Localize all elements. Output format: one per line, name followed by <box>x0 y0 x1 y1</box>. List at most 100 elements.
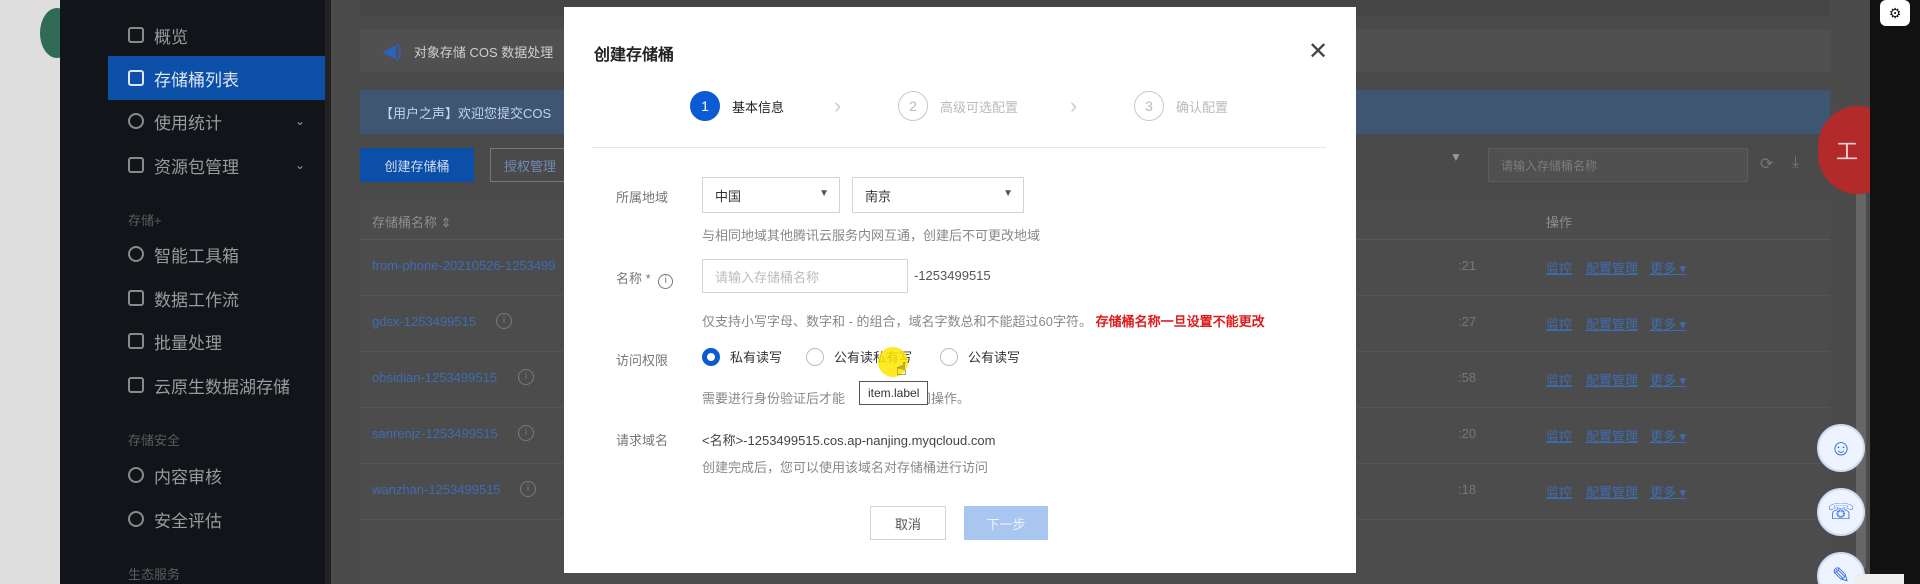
speaker-icon: ◀) <box>382 40 402 61</box>
caret-down-icon: ▼ <box>1003 188 1013 199</box>
country-value: 中国 <box>715 188 742 204</box>
bucket-name-input[interactable]: 请输入存储桶名称 <box>702 259 908 293</box>
monitor-link[interactable]: 监控 <box>1546 426 1572 445</box>
cancel-button[interactable]: 取消 <box>870 506 946 540</box>
monitor-link[interactable]: 监控 <box>1546 314 1572 333</box>
grid-icon <box>128 27 144 43</box>
radio-dot[interactable] <box>806 347 824 366</box>
region-hint: 与相同地域其他腾讯云服务内网互通，创建后不可更改地域 <box>702 228 1041 243</box>
radio-public-read-write[interactable]: 公有读写 <box>940 347 1020 366</box>
sidebar-item-package[interactable]: 资源包管理 ⌄ <box>108 143 325 187</box>
user-voice-text: 【用户之声】欢迎您提交COS <box>380 105 552 121</box>
sidebar-item-label: 存储桶列表 <box>154 70 239 90</box>
sidebar-item-label: 智能工具箱 <box>154 246 239 266</box>
batch-icon <box>128 333 144 349</box>
more-link[interactable]: 更多 ▾ <box>1650 314 1686 333</box>
domain-value: <名称>-1253499515.cos.ap-nanjing.myqcloud.… <box>702 433 996 448</box>
bucket-name-link[interactable]: sanrenjz-1253499515 <box>372 426 498 441</box>
step-number: 2 <box>898 91 928 121</box>
sidebar-item-content-audit[interactable]: 内容审核 <box>108 453 325 497</box>
step-2: 2 高级可选配置 <box>898 91 1018 121</box>
info-icon[interactable]: i <box>520 481 536 497</box>
sidebar-item-label: 安全评估 <box>154 511 222 531</box>
more-link[interactable]: 更多 ▾ <box>1650 426 1686 445</box>
headset-icon[interactable]: ☏ <box>1817 488 1865 536</box>
chevron-down-icon[interactable]: ▼ <box>1450 150 1462 164</box>
row-tail-text: :18 <box>1458 482 1477 497</box>
bucket-name-link[interactable]: from-phone-20210526-1253499 <box>372 258 556 273</box>
audit-icon <box>128 467 144 483</box>
more-link[interactable]: 更多 ▾ <box>1650 370 1686 389</box>
sidebar-item-toolbox[interactable]: 智能工具箱 <box>108 232 325 276</box>
config-link[interactable]: 配置管理 <box>1586 370 1638 389</box>
download-icon[interactable]: ⤓ <box>1792 154 1799 172</box>
sidebar-scrollbar[interactable] <box>325 0 331 584</box>
sidebar-item-label: 内容审核 <box>154 467 222 487</box>
next-button[interactable]: 下一步 <box>964 506 1048 540</box>
smiley-icon[interactable]: ☺ <box>1817 424 1865 472</box>
radio-private[interactable]: 私有读写 <box>702 347 782 366</box>
bucket-name-link[interactable]: obsidian-1253499515 <box>372 370 497 385</box>
radio-label: 私有读写 <box>730 350 783 365</box>
dialog-title: 创建存储桶 <box>594 47 675 64</box>
close-icon[interactable]: ✕ <box>1308 37 1328 66</box>
name-suffix: -1253499515 <box>914 268 991 283</box>
info-icon[interactable]: i <box>518 369 534 385</box>
access-label: 访问权限 <box>616 353 669 368</box>
sidebar-item-data-lake[interactable]: 云原生数据湖存储 <box>108 363 325 407</box>
settings-icon[interactable]: ⚙ <box>1880 0 1910 26</box>
step-label: 确认配置 <box>1176 99 1229 115</box>
name-label-wrap: 名称 * i <box>616 268 674 289</box>
monitor-link[interactable]: 监控 <box>1546 258 1572 277</box>
region-label: 所属地域 <box>616 190 669 205</box>
bucket-search-input[interactable]: 请输入存储桶名称 <box>1488 148 1748 182</box>
chevron-down-icon: ⌄ <box>294 158 305 172</box>
more-link[interactable]: 更多 ▾ <box>1650 482 1686 501</box>
column-header-name[interactable]: 存储桶名称 ⇕ <box>372 212 452 231</box>
config-link[interactable]: 配置管理 <box>1586 314 1638 333</box>
config-link[interactable]: 配置管理 <box>1586 258 1638 277</box>
sidebar-item-label: 使用统计 <box>154 113 222 133</box>
grant-button[interactable]: 授权管理 <box>490 148 570 182</box>
name-hint: 仅支持小写字母、数字和 - 的组合，域名字数总和不能超过60字符。 存储桶名称一… <box>702 311 1265 330</box>
sidebar-item-batch[interactable]: 批量处理 <box>108 319 325 363</box>
info-icon[interactable]: i <box>518 425 534 441</box>
radio-dot[interactable] <box>702 347 720 366</box>
access-hint-pre: 需要进行身份验证后才能 <box>702 391 846 406</box>
radio-dot[interactable] <box>940 347 958 366</box>
sidebar-item-bucket-list[interactable]: 存储桶列表 <box>108 56 325 100</box>
name-hint-text: 仅支持小写字母、数字和 - 的组合，域名字数总和不能超过60字符。 <box>702 314 1093 329</box>
city-value: 南京 <box>865 188 892 204</box>
city-select[interactable]: 南京 ▼ <box>852 177 1024 213</box>
domain-label: 请求域名 <box>616 433 669 448</box>
config-link[interactable]: 配置管理 <box>1586 482 1638 501</box>
sidebar-item-workflow[interactable]: 数据工作流 <box>108 276 325 320</box>
refresh-icon[interactable]: ⟳ <box>1760 154 1773 174</box>
create-bucket-button[interactable]: 创建存储桶 <box>360 148 474 182</box>
bucket-name-link[interactable]: gdsx-1253499515 <box>372 314 476 329</box>
info-icon[interactable]: i <box>496 313 512 329</box>
sidebar-section-title: 存储+ <box>128 213 162 228</box>
sidebar-item-security[interactable]: 安全评估 <box>108 497 325 541</box>
sidebar-item-overview[interactable]: 概览 <box>108 13 325 57</box>
bucket-name-link[interactable]: wanzhan-1253499515 <box>372 482 501 497</box>
more-link[interactable]: 更多 ▾ <box>1650 258 1686 277</box>
monitor-link[interactable]: 监控 <box>1546 370 1572 389</box>
name-label: 名称 * <box>616 271 651 286</box>
name-warning: 存储桶名称一旦设置不能更改 <box>1095 314 1265 329</box>
step-number: 1 <box>690 91 720 121</box>
config-link[interactable]: 配置管理 <box>1586 426 1638 445</box>
row-tail-text: :20 <box>1458 426 1477 441</box>
sidebar-item-usage[interactable]: 使用统计 ⌄ <box>108 99 325 143</box>
settings-glyph: ⚙ <box>1888 5 1902 21</box>
divider <box>592 147 1326 148</box>
lake-icon <box>128 377 144 393</box>
step-label: 高级可选配置 <box>940 99 1019 115</box>
country-select[interactable]: 中国 ▼ <box>702 177 840 213</box>
step-1: 1 基本信息 <box>690 91 784 121</box>
row-tail-text: :21 <box>1458 258 1477 273</box>
column-header-operation: 操作 <box>1546 215 1573 230</box>
access-hint: 需要进行身份验证后才能 访问操作。 <box>702 388 970 407</box>
monitor-link[interactable]: 监控 <box>1546 482 1572 501</box>
info-icon[interactable]: i <box>658 274 674 289</box>
